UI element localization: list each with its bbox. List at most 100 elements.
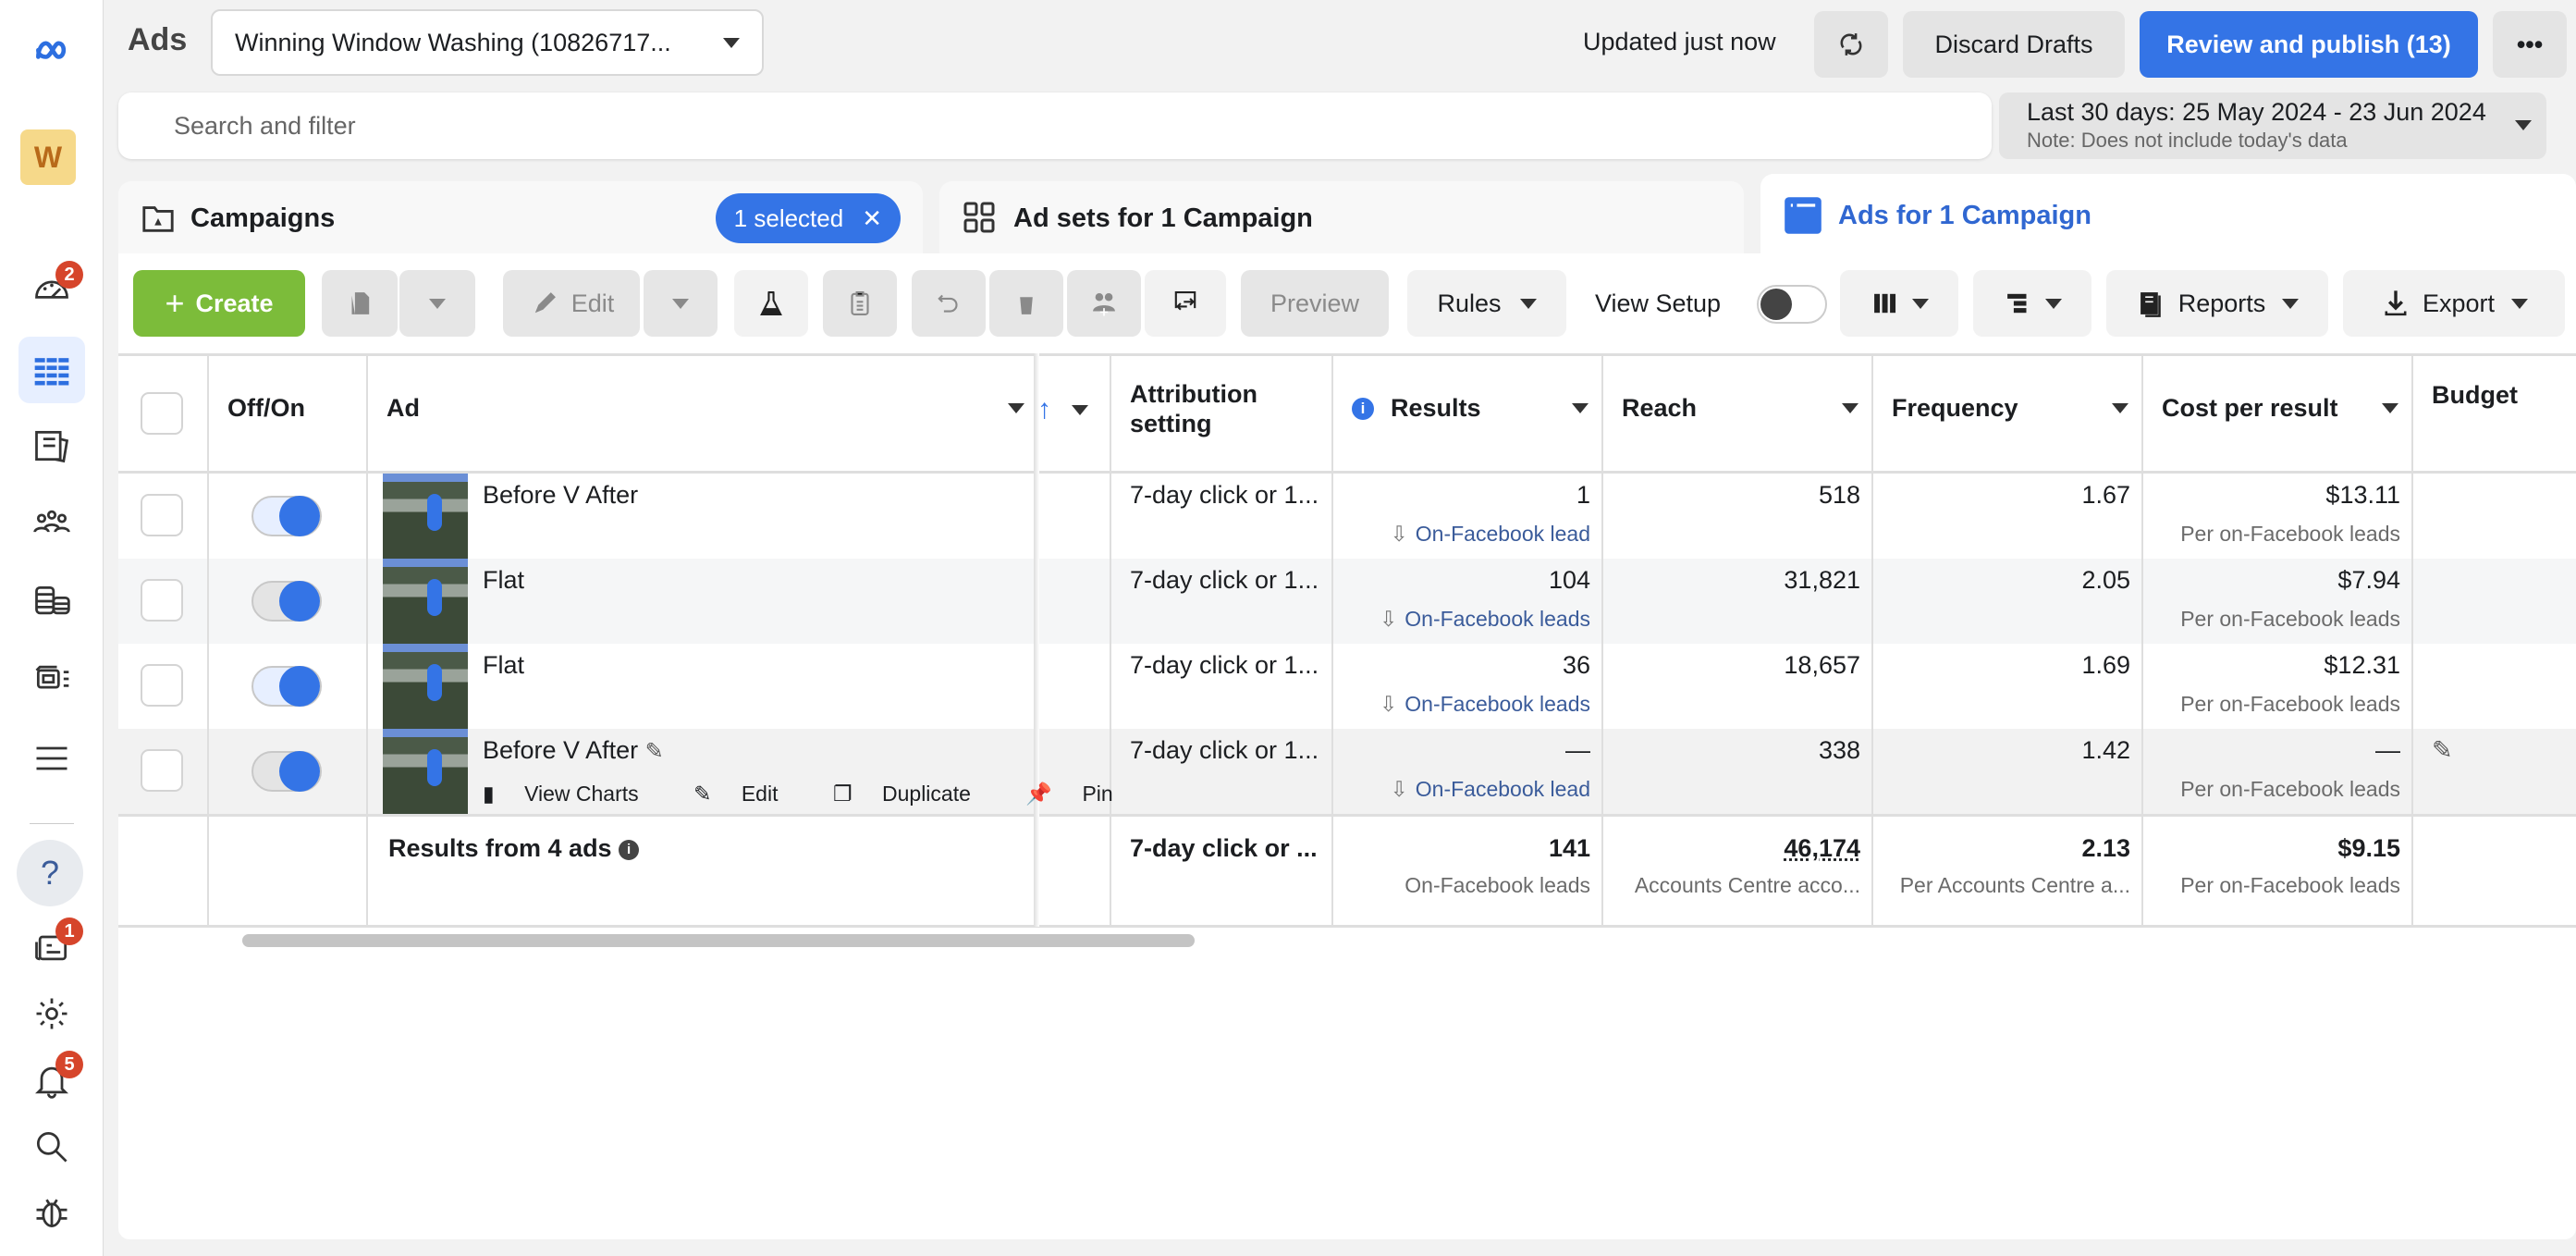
chevron-down-icon [2282, 298, 2300, 309]
rail-notifications[interactable]: 5 [18, 1047, 85, 1114]
export-button[interactable]: Export [2343, 270, 2565, 337]
chevron-down-icon [672, 298, 689, 309]
rail-all-tools[interactable] [18, 725, 85, 792]
more-options-button[interactable]: ••• [2493, 11, 2567, 78]
download-arrow-icon: ⇩ [1379, 607, 1398, 631]
ad-on-off-toggle[interactable] [251, 751, 322, 792]
reach-cell: 18,657 [1784, 651, 1860, 679]
pencil-icon[interactable]: ✎ [645, 739, 664, 764]
rail-search[interactable] [18, 1114, 85, 1180]
review-publish-button[interactable]: Review and publish (13) [2140, 11, 2478, 78]
rail-messages[interactable]: 1 [18, 914, 85, 980]
ad-name[interactable]: Flat [483, 566, 524, 595]
duplicate-dropdown[interactable] [399, 270, 475, 337]
rail-reports[interactable] [18, 413, 85, 479]
results-type[interactable]: ⇩ On-Facebook leads [1333, 692, 1590, 717]
rail-audiences[interactable] [18, 490, 85, 557]
tab-campaigns[interactable]: Campaigns 1 selected ✕ [118, 181, 923, 255]
ad-thumbnail[interactable] [383, 729, 468, 814]
undo-button[interactable] [912, 270, 986, 337]
row-checkbox[interactable] [141, 494, 183, 536]
results-type[interactable]: ⇩ On-Facebook lead [1333, 522, 1590, 547]
header-ad[interactable]: Ad [386, 394, 1024, 423]
ad-thumbnail[interactable] [383, 644, 468, 729]
duplicate-button[interactable] [322, 270, 398, 337]
rail-billing[interactable] [18, 568, 85, 634]
selection-pill[interactable]: 1 selected ✕ [715, 193, 901, 243]
tab-ad-sets[interactable]: Ad sets for 1 Campaign [939, 181, 1744, 255]
row-checkbox[interactable] [141, 579, 183, 622]
rail-debug[interactable] [18, 1178, 85, 1245]
help-button[interactable]: ? [17, 840, 83, 906]
results-type[interactable]: ⇩ On-Facebook lead [1333, 777, 1590, 802]
breakdown-button[interactable] [1973, 270, 2091, 337]
cost-sub: Per on-Facebook leads [2180, 692, 2400, 716]
compare-button[interactable] [1145, 270, 1226, 337]
rail-overview[interactable]: 2 [18, 257, 85, 324]
header-off-on[interactable]: Off/On [227, 394, 305, 423]
select-all-checkbox[interactable] [141, 392, 183, 435]
toggle-knob [279, 666, 320, 707]
ad-name[interactable]: Before V After [483, 481, 638, 510]
frequency-cell: 1.69 [2081, 651, 2130, 679]
info-icon: i [1352, 397, 1374, 420]
audience-button[interactable] [1067, 270, 1141, 337]
header-budget[interactable]: Budget [2432, 381, 2518, 410]
meta-logo-icon[interactable] [18, 18, 85, 85]
rules-button[interactable]: Rules [1407, 270, 1566, 337]
refresh-button[interactable] [1814, 11, 1888, 78]
toggle-knob [279, 581, 320, 622]
account-selector[interactable]: Winning Window Washing (10826717... [211, 9, 764, 76]
date-range-picker[interactable]: Last 30 days: 25 May 2024 - 23 Jun 2024 … [1999, 92, 2546, 159]
edit-dropdown[interactable] [644, 270, 718, 337]
attribution-cell: 7-day click or 1... [1130, 651, 1319, 679]
results-type-label: On-Facebook leads [1405, 607, 1590, 631]
header-frequency[interactable]: Frequency [1892, 394, 2128, 423]
clipboard-button[interactable] [823, 270, 897, 337]
view-charts-link[interactable]: ▮ View Charts [483, 782, 663, 806]
columns-button[interactable] [1840, 270, 1958, 337]
preview-button[interactable]: Preview [1241, 270, 1389, 337]
chevron-down-icon [1008, 403, 1024, 413]
delete-button[interactable] [989, 270, 1063, 337]
header-reach[interactable]: Reach [1622, 394, 1858, 423]
summary-reach[interactable]: 46,174 [1603, 834, 1860, 863]
header-cost-per-result[interactable]: Cost per result [2162, 394, 2398, 423]
ad-on-off-toggle[interactable] [251, 496, 322, 536]
account-avatar[interactable]: W [20, 129, 76, 185]
rail-catalog[interactable] [18, 646, 85, 712]
view-setup-toggle[interactable] [1757, 285, 1827, 324]
rail-ads-manager[interactable] [18, 337, 85, 403]
discard-drafts-button[interactable]: Discard Drafts [1903, 11, 2125, 78]
ad-thumbnail[interactable] [383, 474, 468, 559]
horizontal-scrollbar[interactable] [242, 934, 1195, 947]
frequency-cell: 1.42 [2081, 736, 2130, 764]
create-button[interactable]: + Create [133, 270, 305, 337]
sort-header[interactable]: ↑ [1037, 394, 1088, 425]
budget-edit-pencil-icon[interactable]: ✎ [2432, 736, 2453, 765]
notifications-badge: 5 [55, 1051, 83, 1078]
rail-settings[interactable] [18, 980, 85, 1047]
reports-button[interactable]: Reports [2106, 270, 2328, 337]
ad-on-off-toggle[interactable] [251, 581, 322, 622]
duplicate-link[interactable]: ❐ Duplicate [833, 782, 995, 806]
ads-panel: + Create Edit Preview Rules View Setup R… [118, 253, 2576, 1239]
cost-cell: $12.31 [2324, 651, 2400, 679]
header-results[interactable]: i Results [1352, 394, 1589, 423]
header-attribution[interactable]: Attribution setting [1130, 379, 1257, 438]
clear-selection-icon[interactable]: ✕ [862, 204, 882, 233]
ab-test-button[interactable] [734, 270, 808, 337]
ad-thumbnail[interactable] [383, 559, 468, 644]
row-checkbox[interactable] [141, 749, 183, 792]
row-checkbox[interactable] [141, 664, 183, 707]
results-type[interactable]: ⇩ On-Facebook leads [1333, 607, 1590, 632]
ad-name[interactable]: Before V After ✎ [483, 736, 664, 765]
info-icon[interactable]: i [619, 839, 640, 860]
tab-ads[interactable]: Ads for 1 Campaign [1760, 174, 2576, 257]
edit-link[interactable]: ✎ Edit [693, 782, 802, 806]
pin-link[interactable]: 📌 Pin [1025, 782, 1136, 806]
ad-name[interactable]: Flat [483, 651, 524, 680]
ad-on-off-toggle[interactable] [251, 666, 322, 707]
search-filter-input[interactable]: Search and filter [118, 92, 1992, 159]
edit-button[interactable]: Edit [503, 270, 640, 337]
